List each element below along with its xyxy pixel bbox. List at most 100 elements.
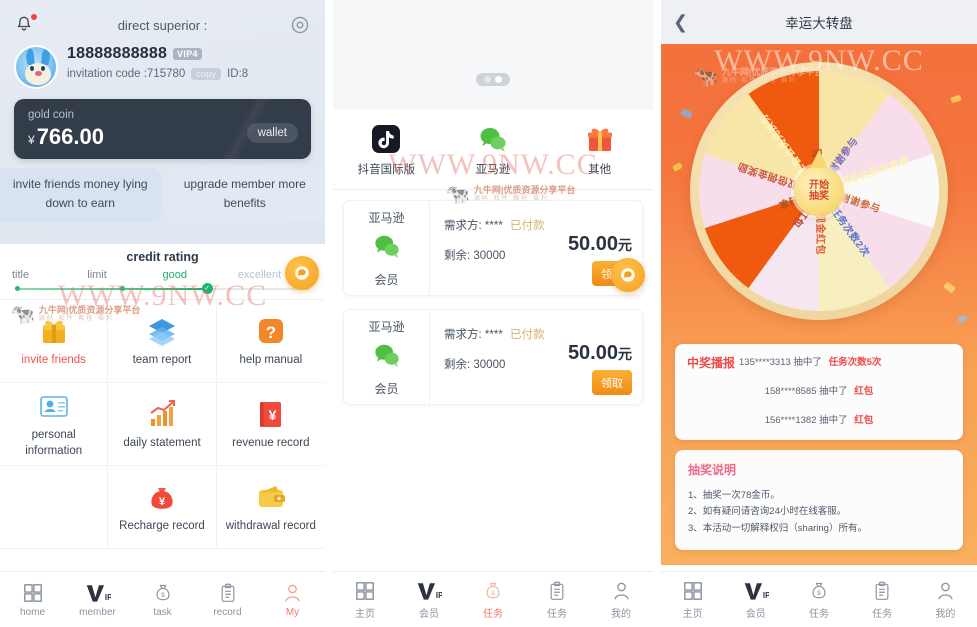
tab-home[interactable]: home: [0, 582, 65, 618]
credit-current-check-icon: ✓: [201, 283, 213, 294]
tab-home[interactable]: 主页: [333, 580, 397, 620]
screenshot-root: direct superior : 18888888888 VIP4 invit…: [0, 0, 977, 627]
person-icon: [282, 582, 303, 604]
vip-icon: IP: [85, 582, 111, 604]
question-icon: ?: [254, 314, 288, 348]
svg-text:$: $: [161, 592, 165, 599]
tab-label: task: [153, 606, 172, 618]
tab-record[interactable]: 任务: [525, 580, 589, 620]
tab-record[interactable]: 任务: [851, 580, 914, 620]
bell-icon[interactable]: [14, 14, 37, 36]
app-shortcut-other[interactable]: 其他: [546, 124, 653, 177]
panel-profile: direct superior : 18888888888 VIP4 invit…: [0, 0, 325, 627]
clipboard-icon: [218, 582, 238, 604]
tab-label: 会员: [419, 608, 439, 620]
promo-invite-friends[interactable]: invite friends money lying down to earn: [0, 168, 161, 223]
tab-member[interactable]: IP 会员: [397, 580, 461, 620]
wallet-button[interactable]: wallet: [246, 123, 298, 143]
tab-label: 我的: [935, 608, 956, 620]
tab-label: 任务: [483, 608, 503, 620]
app-label: 亚马逊: [475, 164, 511, 176]
tab-member[interactable]: IP member: [65, 582, 130, 618]
bar-chart-icon: [145, 397, 179, 431]
carousel-dot[interactable]: [484, 76, 491, 83]
menu-label: Recharge record: [119, 519, 205, 532]
task-demand-label: 需求方: ****: [444, 329, 503, 341]
carousel-dots[interactable]: [476, 73, 510, 86]
winner-verb: 抽中了: [819, 415, 848, 426]
menu-label: personal information: [25, 428, 83, 457]
promo-row: invite friends money lying down to earn …: [0, 168, 325, 223]
task-card[interactable]: 亚马逊 会员 需求方: **** 已付款 剩余: 30000 50.00元: [343, 200, 643, 296]
task-details: 需求方: **** 已付款 剩余: 30000 50.00元 领取: [430, 201, 642, 295]
menu-item-personal-information[interactable]: personal information: [0, 383, 109, 466]
menu-item-daily-statement[interactable]: daily statement: [108, 383, 217, 466]
panel-gap-1: [325, 0, 333, 627]
menu-item-team-report[interactable]: team report: [108, 300, 217, 383]
tab-record[interactable]: record: [195, 582, 260, 618]
menu-item-recharge-record[interactable]: ¥ Recharge record: [108, 466, 217, 549]
menu-label: revenue record: [232, 436, 310, 449]
customer-service-icon[interactable]: [611, 258, 645, 292]
wheel-start-button[interactable]: 开始 抽奖: [794, 150, 844, 216]
app-shortcut-tiktok[interactable]: 抖音国际版: [333, 124, 440, 177]
app-label: 抖音国际版: [357, 164, 416, 176]
lucky-wheel[interactable]: 谢谢参与 任务次数2次 现金红包 红包 白拿 双倍佣金奖励 王者会员兑换券 红包…: [690, 62, 948, 320]
menu-label: withdrawal record: [225, 519, 316, 532]
tab-my[interactable]: My: [260, 582, 325, 618]
task-details: 需求方: **** 已付款 剩余: 30000 50.00元 领取: [430, 310, 642, 404]
confetti: [957, 314, 968, 324]
coin-label: gold coin: [28, 109, 75, 121]
app-shortcut-amazon[interactable]: 亚马逊: [440, 124, 547, 177]
tab-task[interactable]: $ task: [130, 582, 195, 618]
task-amount: 50.00: [567, 342, 618, 364]
svg-text:$: $: [491, 590, 495, 597]
tab-task[interactable]: $ 任务: [461, 580, 525, 620]
promo-upgrade-member[interactable]: upgrade member more benefits: [164, 168, 325, 223]
task-claim-button[interactable]: 领取: [592, 370, 632, 395]
customer-service-icon[interactable]: [285, 256, 319, 290]
confetti: [950, 94, 962, 104]
bell-badge-dot: [31, 14, 37, 20]
layers-icon: [145, 314, 179, 348]
wechat-icon: [478, 124, 508, 154]
invitation-code: invitation code :715780: [67, 68, 186, 80]
task-paid-label: 已付款: [510, 220, 545, 232]
tab-task[interactable]: $ 任务: [787, 580, 850, 620]
menu-item-withdrawal-record[interactable]: withdrawal record: [216, 466, 325, 549]
user-block: 18888888888 VIP4 invitation code :715780…: [14, 45, 311, 89]
tab-member[interactable]: IP 会员: [724, 580, 787, 620]
credit-level-good: good: [162, 269, 187, 281]
task-platform-name: 亚马逊: [368, 319, 405, 334]
task-card[interactable]: 亚马逊 会员 需求方: **** 已付款 剩余: 30000 50.00元: [343, 309, 643, 405]
menu-item-help-manual[interactable]: ? help manual: [216, 300, 325, 383]
tab-mine[interactable]: 我的: [914, 580, 977, 620]
copy-button[interactable]: copy: [191, 68, 222, 80]
panel-lucky-wheel: ❮ 幸运大转盘 谢谢参与 任务次数2次 现金红包 红包 白拿 双倍佣金奖励 王者…: [661, 0, 977, 627]
gear-icon[interactable]: [289, 14, 311, 36]
money-bag-icon: ¥: [145, 480, 179, 514]
menu-item-invite-friends[interactable]: invite friends: [0, 300, 109, 383]
moneybag-icon: $: [809, 580, 829, 602]
tab-mine[interactable]: 我的: [589, 580, 653, 620]
gift-icon: [37, 314, 71, 348]
winner-row: 135****3313 抽中了 任务次数5次: [739, 354, 951, 368]
lucky-wheel-header: ❮ 幸运大转盘: [661, 0, 977, 44]
panel-task-list: 抖音国际版 亚马逊 其他 亚马逊 会员 需求方: **** 已付款 剩余: 30…: [333, 0, 653, 627]
banner-carousel[interactable]: [333, 0, 653, 110]
task-list: 亚马逊 会员 需求方: **** 已付款 剩余: 30000 50.00元 亚马…: [333, 190, 653, 405]
vip-icon: IP: [416, 580, 442, 602]
carousel-dot-active[interactable]: [495, 76, 502, 83]
credit-level-limit: limit: [87, 269, 107, 281]
chevron-left-icon[interactable]: ❮: [673, 12, 693, 33]
wechat-icon: [373, 341, 401, 374]
gold-coin-card: gold coin ¥766.00 wallet: [14, 99, 311, 159]
avatar[interactable]: [14, 45, 58, 89]
tab-label: 主页: [682, 608, 703, 620]
tab-home[interactable]: 主页: [661, 580, 724, 620]
winners-title: 中奖播报: [687, 356, 736, 370]
lottery-rules-card: 抽奖说明 1、抽奖一次78金币。 2、如有疑问请咨询24小时在线客服。 3、本活…: [675, 450, 963, 550]
page-title: 幸运大转盘: [785, 16, 853, 31]
menu-item-revenue-record[interactable]: ¥ revenue record: [216, 383, 325, 466]
winner-row: 158****8585 抽中了 红包: [687, 383, 951, 397]
